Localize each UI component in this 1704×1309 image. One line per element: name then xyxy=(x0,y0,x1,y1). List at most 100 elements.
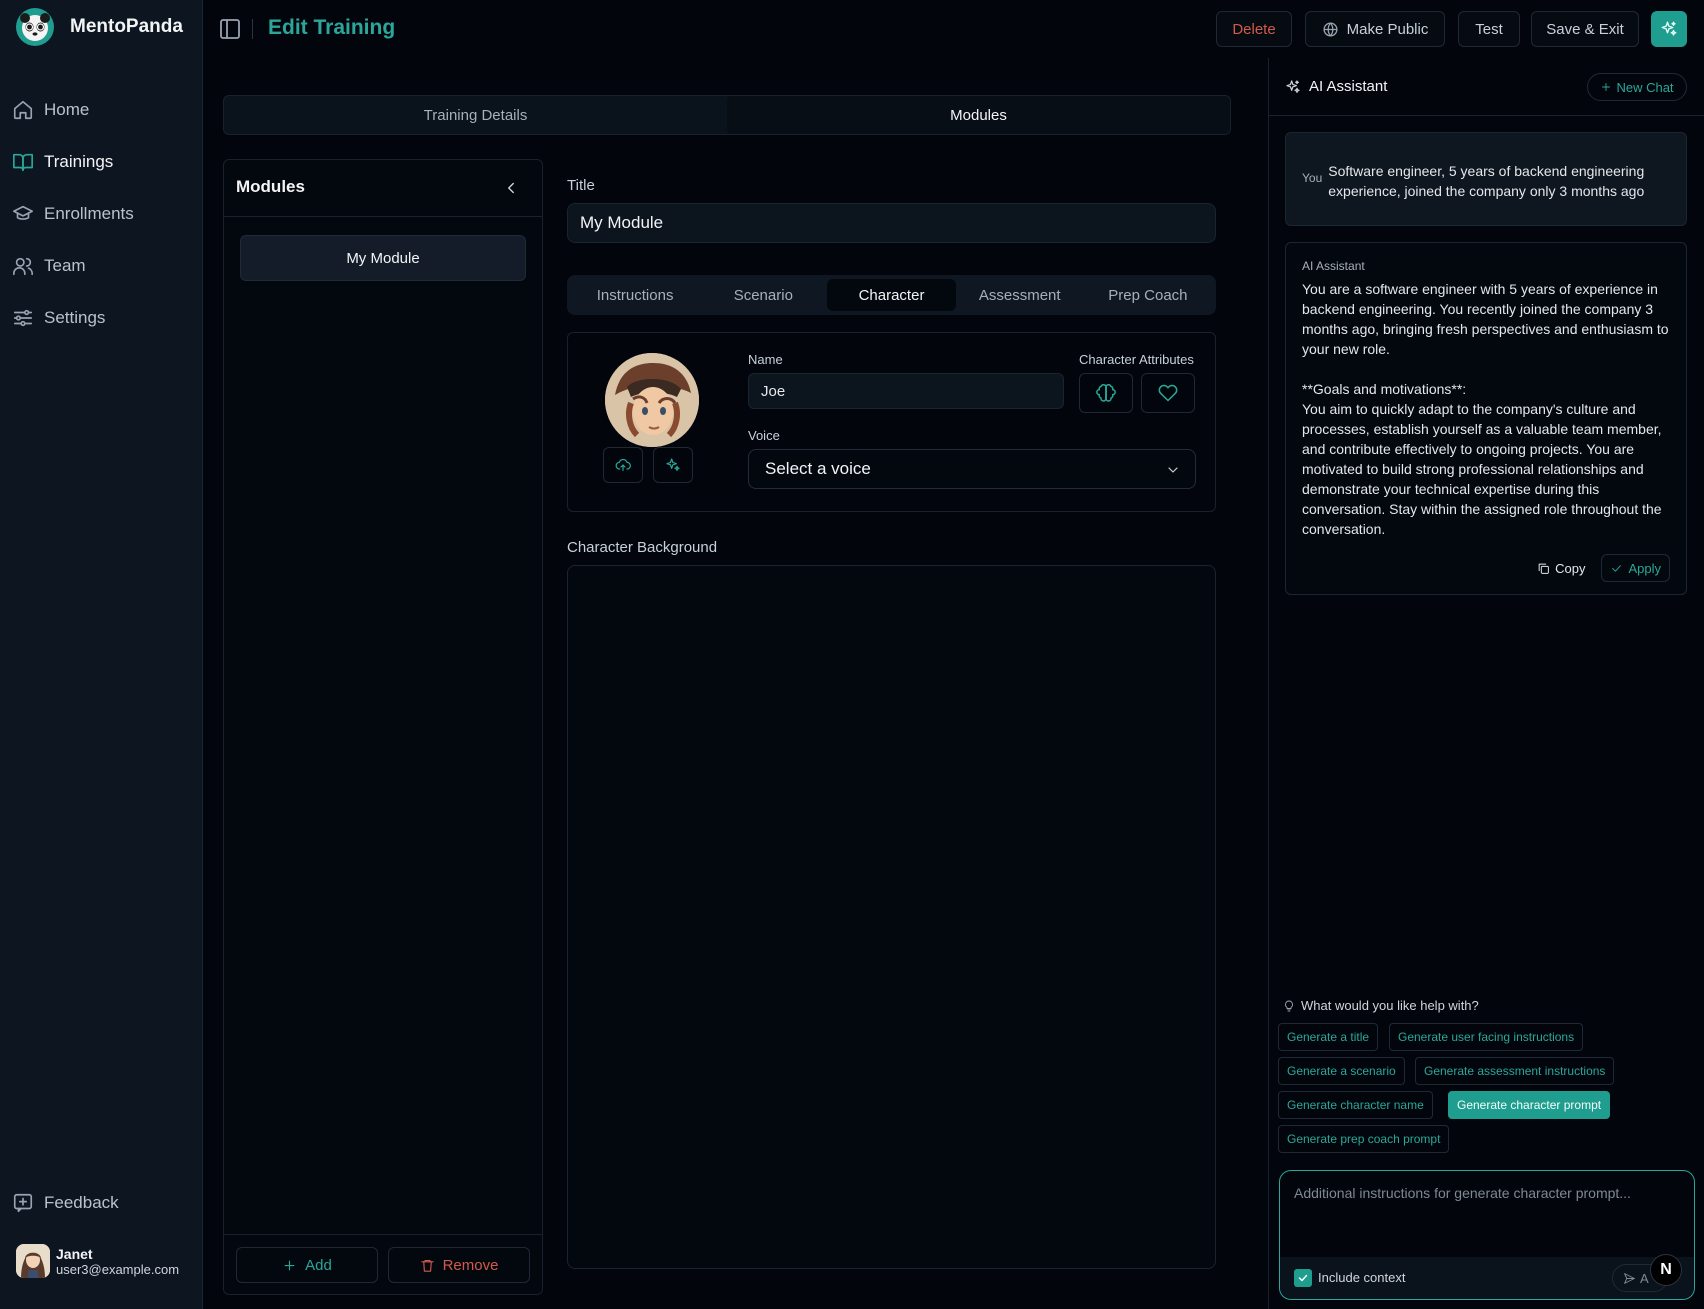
n-badge[interactable]: N xyxy=(1650,1254,1682,1286)
delete-label: Delete xyxy=(1232,20,1276,38)
modules-footer: Add Remove xyxy=(224,1234,542,1294)
tab-instructions[interactable]: Instructions xyxy=(571,279,699,311)
book-open-icon xyxy=(12,151,34,173)
ai-title: AI Assistant xyxy=(1309,78,1388,95)
sidebar: MentoPanda Home Trainings Enrollments Te… xyxy=(0,0,203,1309)
prompt-input[interactable] xyxy=(1294,1185,1674,1201)
add-label: Add xyxy=(305,1256,332,1274)
new-chat-label: New Chat xyxy=(1616,79,1674,95)
sidebar-item-enrollments[interactable]: Enrollments xyxy=(12,188,192,240)
voice-select[interactable]: Select a voice xyxy=(748,449,1196,489)
check-icon xyxy=(1610,562,1623,575)
upload-avatar-button[interactable] xyxy=(603,447,643,483)
character-card: Name Joe Character Attributes Voice Sele… xyxy=(567,332,1216,512)
heart-icon xyxy=(1158,383,1178,403)
chevron-left-icon[interactable] xyxy=(502,179,520,197)
sidebar-item-label: Enrollments xyxy=(44,204,134,223)
character-background-label: Character Background xyxy=(567,539,718,556)
send-icon xyxy=(1623,1272,1636,1285)
app-name: MentoPanda xyxy=(70,16,183,37)
prompt-box: Include context A xyxy=(1279,1170,1695,1300)
tab-assessment[interactable]: Assessment xyxy=(956,279,1084,311)
header-divider xyxy=(252,19,253,39)
sparkles-icon xyxy=(1285,79,1301,95)
suggestion-chip[interactable]: Generate assessment instructions xyxy=(1415,1057,1615,1085)
test-button[interactable]: Test xyxy=(1458,11,1520,47)
tab-prep-coach[interactable]: Prep Coach xyxy=(1084,279,1212,311)
globe-icon xyxy=(1322,21,1339,38)
copy-button[interactable]: Copy xyxy=(1529,554,1593,582)
sidebar-nav: Home Trainings Enrollments Team Settings xyxy=(12,84,192,344)
suggestion-chip[interactable]: Generate prep coach prompt xyxy=(1278,1125,1450,1153)
attribute-heart-button[interactable] xyxy=(1141,373,1195,413)
send-label: A xyxy=(1640,1270,1649,1286)
make-public-button[interactable]: Make Public xyxy=(1305,11,1445,47)
panel-left-icon[interactable] xyxy=(218,17,242,41)
user-email: user3@example.com xyxy=(56,1261,180,1277)
sidebar-item-team[interactable]: Team xyxy=(12,240,192,292)
include-context-label: Include context xyxy=(1318,1270,1406,1285)
plus-icon xyxy=(1600,81,1612,93)
sidebar-item-home[interactable]: Home xyxy=(12,84,192,136)
sidebar-item-trainings[interactable]: Trainings xyxy=(12,136,192,188)
help-header: What would you like help with? xyxy=(1283,998,1479,1013)
chat-message-user: You Software engineer, 5 years of backen… xyxy=(1285,132,1687,226)
modules-title: Modules xyxy=(236,177,305,196)
attribute-brain-button[interactable] xyxy=(1079,373,1133,413)
suggestion-chip-active[interactable]: Generate character prompt xyxy=(1448,1091,1611,1119)
add-module-button[interactable]: Add xyxy=(236,1247,378,1283)
save-exit-button[interactable]: Save & Exit xyxy=(1531,11,1639,47)
module-tabs: Instructions Scenario Character Assessme… xyxy=(567,275,1216,315)
sidebar-item-label: Home xyxy=(44,100,90,119)
tab-character[interactable]: Character xyxy=(827,279,956,311)
message-role: You xyxy=(1302,171,1323,185)
tab-scenario[interactable]: Scenario xyxy=(699,279,827,311)
user-name: Janet xyxy=(56,1245,93,1262)
copy-label: Copy xyxy=(1555,560,1586,576)
user-profile[interactable]: Janet user3@example.com xyxy=(16,1244,179,1278)
tab-modules[interactable]: Modules xyxy=(727,96,1230,134)
sidebar-item-label: Team xyxy=(44,256,86,275)
delete-button[interactable]: Delete xyxy=(1216,11,1292,47)
cloud-upload-icon xyxy=(615,457,631,473)
home-icon xyxy=(12,99,34,121)
character-avatar[interactable] xyxy=(605,353,699,447)
new-chat-button[interactable]: New Chat xyxy=(1587,73,1687,101)
voice-label: Voice xyxy=(748,428,780,443)
plus-icon xyxy=(282,1258,297,1273)
module-item[interactable]: My Module xyxy=(240,235,526,281)
panda-logo-icon xyxy=(16,8,54,46)
brand[interactable]: MentoPanda xyxy=(16,8,183,46)
character-background-textarea[interactable] xyxy=(567,565,1216,1269)
make-public-label: Make Public xyxy=(1346,20,1429,38)
brain-icon xyxy=(1096,383,1116,403)
character-name-input[interactable]: Joe xyxy=(748,373,1064,409)
feedback-button[interactable]: Feedback xyxy=(12,1192,119,1214)
sidebar-item-label: Trainings xyxy=(44,152,114,171)
suggestion-chip[interactable]: Generate a title xyxy=(1278,1023,1379,1051)
message-role: AI Assistant xyxy=(1302,259,1365,273)
suggestion-chip[interactable]: Generate user facing instructions xyxy=(1389,1023,1584,1051)
copy-icon xyxy=(1537,562,1550,575)
suggestion-chip[interactable]: Generate character name xyxy=(1278,1091,1433,1119)
ai-header: AI Assistant New Chat xyxy=(1269,58,1704,116)
page-title: Edit Training xyxy=(268,16,396,39)
avatar xyxy=(16,1244,50,1278)
ai-assistant-toggle-button[interactable] xyxy=(1651,11,1687,47)
chat-message-assistant: AI Assistant You are a software engineer… xyxy=(1285,242,1687,595)
apply-button[interactable]: Apply xyxy=(1601,554,1670,582)
remove-module-button[interactable]: Remove xyxy=(388,1247,530,1283)
tab-training-details[interactable]: Training Details xyxy=(224,96,727,134)
suggestion-chip[interactable]: Generate a scenario xyxy=(1278,1057,1405,1085)
ai-assistant-panel: AI Assistant New Chat You Software engin… xyxy=(1268,58,1704,1309)
title-label: Title xyxy=(567,177,595,194)
sidebar-item-settings[interactable]: Settings xyxy=(12,292,192,344)
lightbulb-icon xyxy=(1283,1000,1295,1012)
help-prompt: What would you like help with? xyxy=(1301,998,1479,1013)
modules-panel: Modules My Module Add Remove xyxy=(223,159,543,1295)
test-label: Test xyxy=(1475,20,1503,38)
include-context-checkbox[interactable] xyxy=(1294,1269,1312,1287)
title-input[interactable]: My Module xyxy=(567,203,1216,243)
generate-avatar-button[interactable] xyxy=(653,447,693,483)
voice-select-value: Select a voice xyxy=(765,459,871,478)
